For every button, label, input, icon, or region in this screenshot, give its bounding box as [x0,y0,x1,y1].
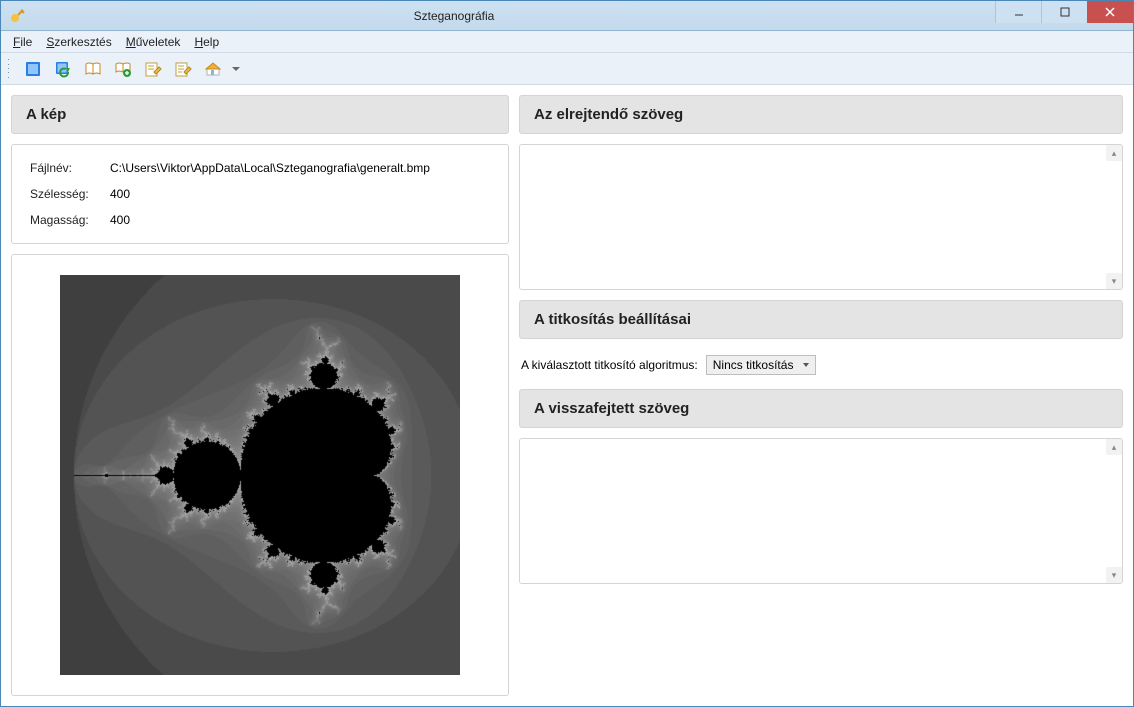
menu-operations[interactable]: Műveletek [120,33,187,51]
image-panel-header: A kép [11,95,509,134]
right-column: Az elrejtendő szöveg ▴ ▾ A titkosítás be… [519,95,1123,696]
algo-label: A kiválasztott titkosító algoritmus: [521,358,698,372]
toolbar-note-edit-button[interactable] [141,57,165,81]
toolbar-home-button[interactable] [201,57,225,81]
height-label: Magasság: [26,207,106,233]
meta-row-filename: Fájlnév: C:\Users\Viktor\AppData\Local\S… [26,155,494,181]
window-controls [995,1,1133,23]
decoded-text-output[interactable] [520,439,1106,583]
crypto-settings-row: A kiválasztott titkosító algoritmus: Nin… [519,349,1123,379]
crypto-header: A titkosítás beállításai [519,300,1123,339]
meta-row-height: Magasság: 400 [26,207,494,233]
filename-value: C:\Users\Viktor\AppData\Local\Szteganogr… [106,155,494,181]
algo-selected-value: Nincs titkosítás [713,358,794,372]
height-value: 400 [106,207,494,233]
toolbar-grip-icon [7,58,13,80]
image-meta-table: Fájlnév: C:\Users\Viktor\AppData\Local\S… [26,155,494,233]
filename-label: Fájlnév: [26,155,106,181]
scroll-down-icon[interactable]: ▾ [1106,567,1122,583]
algo-select[interactable]: Nincs titkosítás [706,355,816,375]
menu-edit[interactable]: Szerkesztés [40,33,117,51]
toolbar-book-button[interactable] [81,57,105,81]
toolbar-image-refresh-button[interactable] [51,57,75,81]
titlebar: Szteganográfia [1,1,1133,31]
width-label: Szélesség: [26,181,106,207]
toolbar-image-button[interactable] [21,57,45,81]
meta-row-width: Szélesség: 400 [26,181,494,207]
content-area: A kép Fájlnév: C:\Users\Viktor\AppData\L… [1,85,1133,706]
window-title: Szteganográfia [33,9,995,23]
toolbar [1,53,1133,85]
decoded-header: A visszafejtett szöveg [519,389,1123,428]
minimize-button[interactable] [995,1,1041,23]
image-preview-panel [11,254,509,696]
maximize-button[interactable] [1041,1,1087,23]
toolbar-note-edit-alt-button[interactable] [171,57,195,81]
toolbar-book-add-button[interactable] [111,57,135,81]
scroll-up-icon[interactable]: ▴ [1106,439,1122,455]
decoded-text-panel: ▴ ▾ [519,438,1123,584]
app-window: Szteganográfia File Szerkesztés Művelete… [0,0,1134,707]
menu-file[interactable]: File [7,33,38,51]
hide-text-input[interactable] [520,145,1106,289]
menu-help[interactable]: Help [188,33,225,51]
width-value: 400 [106,181,494,207]
toolbar-overflow-icon[interactable] [231,65,241,73]
image-preview [60,275,460,675]
menubar: File Szerkesztés Műveletek Help [1,31,1133,53]
scroll-up-icon[interactable]: ▴ [1106,145,1122,161]
app-icon [9,8,25,24]
scroll-down-icon[interactable]: ▾ [1106,273,1122,289]
image-meta-panel: Fájlnév: C:\Users\Viktor\AppData\Local\S… [11,144,509,244]
left-column: A kép Fájlnév: C:\Users\Viktor\AppData\L… [11,95,509,696]
hide-text-header: Az elrejtendő szöveg [519,95,1123,134]
hide-text-panel: ▴ ▾ [519,144,1123,290]
close-button[interactable] [1087,1,1133,23]
